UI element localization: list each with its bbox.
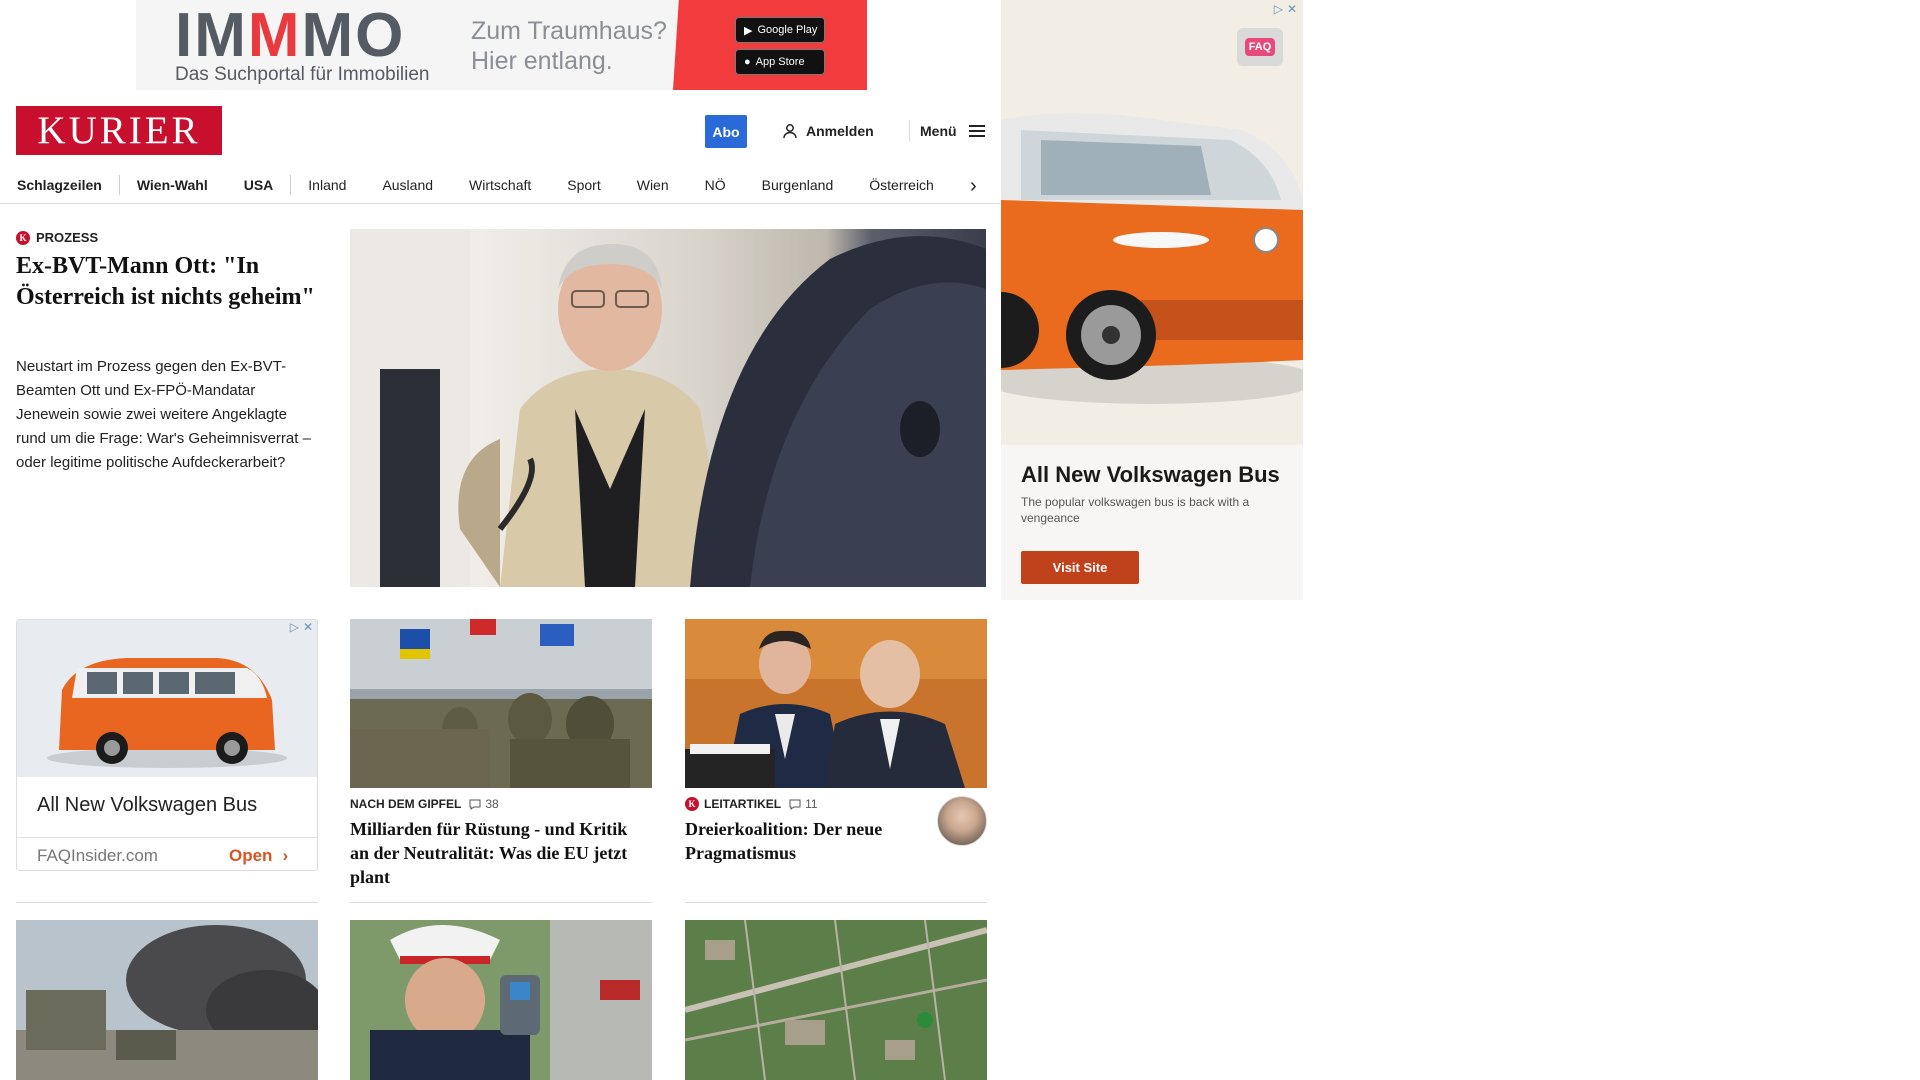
app-store-button[interactable]: ● App Store (735, 49, 825, 75)
native-ad-divider (17, 837, 317, 838)
sidebar-ad-title[interactable]: All New Volkswagen Bus (1021, 462, 1280, 488)
article-title[interactable]: Milliarden für Rüstung - und Kritik an d… (350, 817, 645, 889)
nav-item-inland[interactable]: Inland (308, 177, 346, 193)
login-button[interactable]: Anmelden (782, 119, 874, 143)
nav-item-burgenland[interactable]: Burgenland (762, 177, 834, 193)
sidebar-ad[interactable]: ▷ ✕ FAQ All New Volkswagen Bus The popul… (1001, 0, 1303, 600)
author-avatar[interactable] (937, 796, 987, 846)
hamburger-icon (968, 125, 985, 137)
native-ad-card[interactable]: ▷ ✕ All New Volkswagen Bus FAQInsider.co… (16, 619, 318, 871)
article-card[interactable]: K LEITARTIKEL 11 Dreierkoalition: Der ne… (685, 619, 987, 865)
nav-item-schlagzeilen[interactable]: Schlagzeilen (17, 177, 102, 193)
menu-button[interactable]: Menü (920, 119, 985, 143)
article-image[interactable] (685, 920, 987, 1080)
play-icon: ▶ (744, 24, 753, 37)
kurier-logo[interactable]: KURIER (16, 106, 222, 155)
ad-store-panel: ▶ Google Play ● App Store (673, 0, 867, 90)
nav-divider (290, 174, 292, 195)
chevron-right-icon: › (282, 846, 289, 865)
ad-brand-panel: IMMMO Das Suchportal für Immobilien Zum … (136, 0, 673, 90)
immmo-logo: IMMMO (175, 1, 406, 70)
row-divider (16, 902, 318, 903)
article-image[interactable] (16, 920, 318, 1080)
nav-item-sport[interactable]: Sport (567, 177, 600, 193)
apple-icon: ● (744, 56, 751, 68)
adchoices-icon[interactable]: ▷ (1274, 2, 1283, 16)
ad-choices[interactable]: ▷ ✕ (1274, 2, 1297, 16)
row-divider (350, 902, 652, 903)
article-kicker: K LEITARTIKEL (685, 797, 781, 811)
aerial-map-photo (685, 920, 987, 1080)
police-radar-photo (350, 920, 652, 1080)
nav-item-wien[interactable]: Wien (637, 177, 669, 193)
lead-teaser[interactable]: Neustart im Prozess gegen den Ex-BVT-Bea… (16, 355, 321, 475)
faq-badge: FAQ (1237, 28, 1283, 66)
chevron-right-icon[interactable]: › (970, 175, 977, 198)
ad-choices[interactable]: ▷ ✕ (290, 620, 313, 634)
close-icon[interactable]: ✕ (1287, 2, 1297, 16)
ad-slogan: Zum Traumhaus? Hier entlang. (471, 17, 667, 75)
kurier-k-icon: K (685, 797, 699, 811)
ad-car-image (1001, 0, 1303, 445)
nav-item-usa[interactable]: USA (244, 177, 274, 193)
top-banner-ad[interactable]: IMMMO Das Suchportal für Immobilien Zum … (136, 0, 867, 90)
nav-item-ausland[interactable]: Ausland (382, 177, 433, 193)
open-button[interactable]: Open › (229, 846, 288, 866)
nav-item-oesterreich[interactable]: Österreich (869, 177, 934, 193)
politicians-photo (685, 619, 987, 788)
article-image[interactable] (685, 619, 987, 788)
google-play-button[interactable]: ▶ Google Play (735, 17, 825, 43)
visit-site-button[interactable]: Visit Site (1021, 551, 1139, 584)
ad-tagline: Das Suchportal für Immobilien (175, 64, 430, 85)
kurier-k-icon: K (16, 230, 30, 245)
comment-icon (469, 799, 481, 810)
native-ad-title[interactable]: All New Volkswagen Bus (37, 794, 257, 817)
header-divider (909, 120, 910, 142)
lead-photo (350, 229, 986, 587)
article-title[interactable]: Dreierkoalition: Der neue Pragmatismus (685, 817, 915, 865)
user-icon (783, 124, 797, 139)
article-image[interactable] (350, 619, 652, 788)
native-ad-site: FAQInsider.com (37, 846, 158, 865)
vw-bus-illustration (1001, 0, 1303, 445)
abo-button[interactable]: Abo (705, 115, 747, 148)
comment-count[interactable]: 38 (469, 797, 499, 811)
site-header: KURIER Abo Anmelden Menü (0, 105, 1000, 157)
lead-kicker: K PROZESS (16, 230, 98, 245)
lead-image[interactable] (350, 229, 986, 587)
nav-item-noe[interactable]: NÖ (705, 177, 726, 193)
comment-count[interactable]: 11 (789, 797, 818, 811)
article-card[interactable]: NACH DEM GIPFEL 38 Milliarden für Rüstun… (350, 619, 652, 889)
lead-headline[interactable]: Ex-BVT-Mann Ott: "In Österreich ist nich… (16, 251, 316, 313)
military-smoke-photo (16, 920, 318, 1080)
nav-divider (118, 174, 120, 195)
comment-icon (789, 799, 801, 810)
article-image[interactable] (350, 920, 652, 1080)
sidebar-ad-description: The popular volkswagen bus is back with … (1021, 495, 1250, 525)
adchoices-icon[interactable]: ▷ (290, 620, 299, 634)
vw-bus-thumbnail (17, 620, 317, 777)
soldiers-photo (350, 619, 652, 788)
row-divider (685, 902, 987, 903)
main-nav: Schlagzeilen Wien-Wahl USA Inland Auslan… (0, 166, 1000, 204)
article-meta: NACH DEM GIPFEL 38 (350, 797, 652, 811)
native-ad-image (17, 620, 317, 777)
close-icon[interactable]: ✕ (303, 620, 313, 634)
nav-item-wirtschaft[interactable]: Wirtschaft (469, 177, 531, 193)
article-kicker: NACH DEM GIPFEL (350, 797, 462, 811)
nav-item-wien-wahl[interactable]: Wien-Wahl (137, 177, 208, 193)
